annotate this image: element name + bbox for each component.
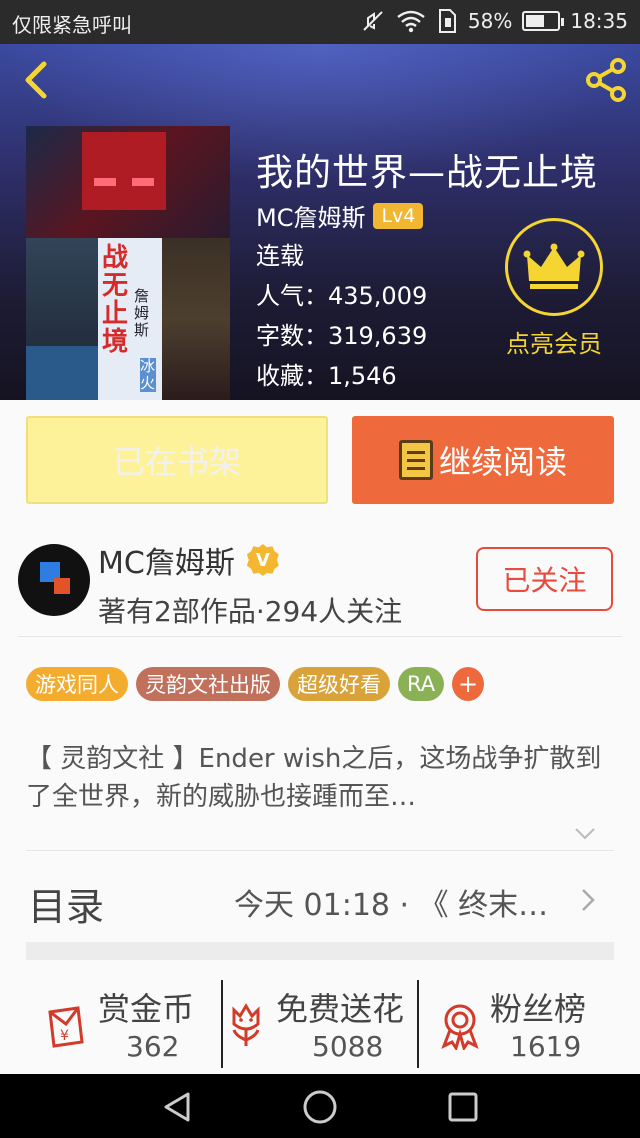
sim-icon [438,9,456,33]
verified-badge-icon: V [246,544,279,576]
divider [26,850,614,851]
free-flowers[interactable]: 免费送花 5088 [226,980,416,1070]
book-icon [398,440,433,480]
red-envelope-icon: ¥ [48,1006,84,1048]
battery-fill [526,15,544,27]
free-flowers-value: 5088 [312,1030,384,1063]
reward-coins-value: 362 [126,1030,180,1063]
follow-label: 已关注 [502,564,587,597]
reward-coins-label: 赏金币 [98,990,195,1028]
tag-chip[interactable]: 游戏同人 [26,667,128,701]
book-author[interactable]: MC詹姆斯 [256,198,365,233]
stat-divider [417,980,419,1068]
toc-label: 目录 [28,885,105,929]
share-button[interactable] [582,56,630,104]
cover-art-left-bottom [26,346,98,400]
book-favorites: 收藏：1,546 [256,362,397,390]
share-icon [586,58,626,102]
continue-reading-label: 继续阅读 [438,443,567,481]
flower-icon [232,1003,260,1046]
cover-eye [132,178,154,186]
author-name-row: MC詹姆斯 V [98,538,279,582]
clock: 18:35 [570,9,628,33]
book-title: 我的世界—战无止境 [256,151,598,194]
follow-button[interactable]: 已关注 [476,547,613,611]
author-works-summary: 著有2部作品·294人关注 [98,595,403,628]
book-status: 连载 [256,242,304,270]
cover-art-right [162,238,230,400]
toc-latest-chapter: 今天 01:18 · 《 终末… [234,888,549,923]
divider [18,636,622,637]
wifi-icon [397,10,425,33]
nav-back-icon[interactable] [160,1090,194,1124]
battery-percent: 58% [467,9,513,33]
carrier-text: 仅限紧急呼叫 [12,13,132,37]
nav-home-icon[interactable] [302,1089,338,1125]
vip-circle [505,218,603,316]
svg-text:¥: ¥ [60,1028,69,1044]
book-word-count: 字数：319,639 [256,322,428,350]
crown-icon [523,243,585,289]
section-separator [26,942,614,960]
back-arrow-icon [25,61,47,99]
book-header: 战无止境 詹姆斯 冰火 我的世界—战无止境 MC詹姆斯 Lv4 连载 人气：43… [0,44,640,400]
stat-divider [221,980,223,1068]
continue-reading-button[interactable]: 继续阅读 [352,416,614,504]
add-tag-button[interactable]: + [452,667,485,701]
book-intro[interactable]: 【 灵韵文社 】Ender wish之后，这场战争扩散到了全世界，新的威胁也接踵… [26,740,616,816]
vip-button[interactable]: 点亮会员 [494,218,614,359]
medal-icon [441,1004,479,1050]
tag-chip[interactable]: RA [398,667,445,701]
cover-title: 战无止境 [102,243,129,357]
system-nav-bar [0,1074,640,1138]
free-flowers-label: 免费送花 [276,990,405,1028]
author-name[interactable]: MC詹姆斯 [98,538,235,582]
nav-recent-icon[interactable] [446,1090,480,1124]
chevron-down-icon[interactable] [574,822,596,844]
tag-chip[interactable]: 灵韵文社出版 [136,667,280,701]
in-shelf-button[interactable]: 已在书架 [26,416,328,504]
book-popularity: 人气：435,009 [256,282,428,310]
fan-ranking[interactable]: 粉丝榜 1619 [436,980,616,1070]
level-badge: Lv4 [373,202,424,229]
fan-ranking-label: 粉丝榜 [490,990,587,1028]
fan-ranking-value: 1619 [510,1030,582,1063]
vip-label: 点亮会员 [506,330,602,358]
cover-author: 詹姆斯 [134,287,150,339]
cover-eye [94,178,116,186]
tag-chip[interactable]: 超级好看 [288,667,390,701]
cover-character [82,132,166,210]
cover-pen-name: 冰火 [140,357,156,392]
tag-list: 游戏同人 灵韵文社出版 超级好看 RA + [26,667,485,701]
author-avatar[interactable] [18,544,90,616]
reward-coins[interactable]: ¥ 赏金币 362 [40,980,220,1070]
book-cover[interactable]: 战无止境 詹姆斯 冰火 [26,126,230,400]
mute-icon [363,11,383,31]
status-icons: 58% 18:35 [360,8,628,34]
in-shelf-label: 已在书架 [112,443,241,481]
status-bar: 仅限紧急呼叫 58% 18:35 [0,0,640,44]
book-author-row: MC詹姆斯 Lv4 [256,198,424,233]
battery-icon [522,11,565,31]
chevron-right-icon [582,889,595,911]
back-button[interactable] [18,58,58,102]
